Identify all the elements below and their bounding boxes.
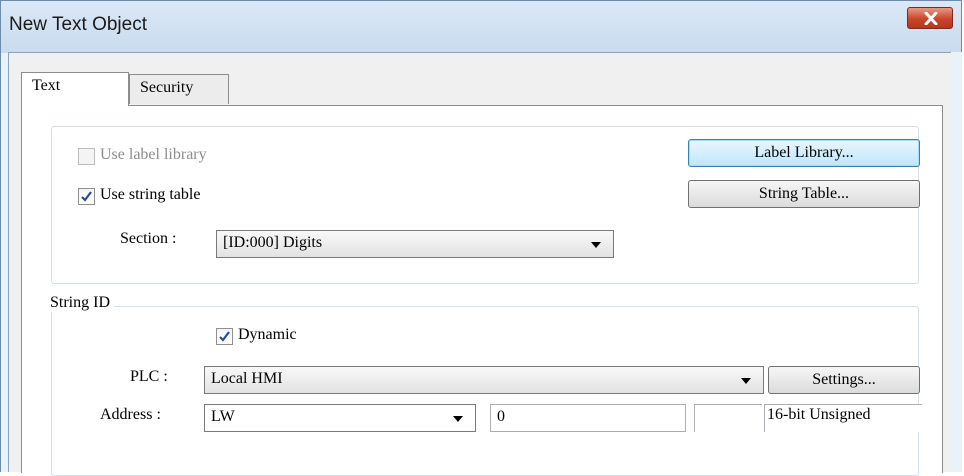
address-label: Address : (100, 406, 161, 423)
dynamic-checkbox[interactable] (216, 328, 233, 345)
dialog-client-area: Text Security Use label library Use stri… (8, 52, 952, 476)
chevron-down-icon (453, 416, 463, 422)
title-bar[interactable]: New Text Object (1, 1, 961, 53)
checkmark-icon (81, 191, 92, 202)
address-format-text: 16-bit Unsigned (767, 406, 871, 423)
tab-security[interactable]: Security (129, 74, 229, 104)
plc-dropdown[interactable]: Local HMI (204, 366, 764, 394)
address-device-dropdown[interactable]: LW (204, 404, 476, 432)
checkmark-icon (219, 331, 230, 342)
address-format-field: 16-bit Unsigned (764, 404, 922, 432)
plc-settings-button[interactable]: Settings... (768, 366, 920, 394)
string-id-group-label: String ID (46, 294, 114, 312)
use-string-table-checkbox[interactable] (78, 188, 95, 205)
section-value: [ID:000] Digits (223, 234, 323, 251)
plc-value: Local HMI (211, 370, 283, 387)
dynamic-label: Dynamic (238, 326, 297, 343)
window-title: New Text Object (9, 14, 147, 35)
close-icon (924, 12, 938, 25)
address-extra-field (694, 404, 762, 432)
chevron-down-icon (591, 242, 601, 248)
address-value-input[interactable]: 0 (490, 404, 686, 432)
string-table-button[interactable]: String Table... (688, 180, 920, 208)
use-label-library-label: Use label library (100, 146, 207, 163)
label-library-button[interactable]: Label Library... (688, 139, 920, 167)
tab-text[interactable]: Text (21, 72, 129, 106)
chevron-down-icon (741, 378, 751, 384)
address-device-value: LW (211, 408, 235, 425)
close-button[interactable] (907, 7, 953, 29)
address-value-text: 0 (497, 408, 505, 425)
window-frame-right (951, 52, 962, 472)
use-label-library-checkbox[interactable] (78, 148, 95, 165)
section-label: Section : (120, 230, 177, 247)
section-dropdown[interactable]: [ID:000] Digits (216, 230, 614, 258)
tab-panel-text: Use label library Use string table Label… (21, 105, 943, 476)
plc-label: PLC : (130, 368, 168, 385)
use-string-table-label: Use string table (100, 186, 201, 203)
